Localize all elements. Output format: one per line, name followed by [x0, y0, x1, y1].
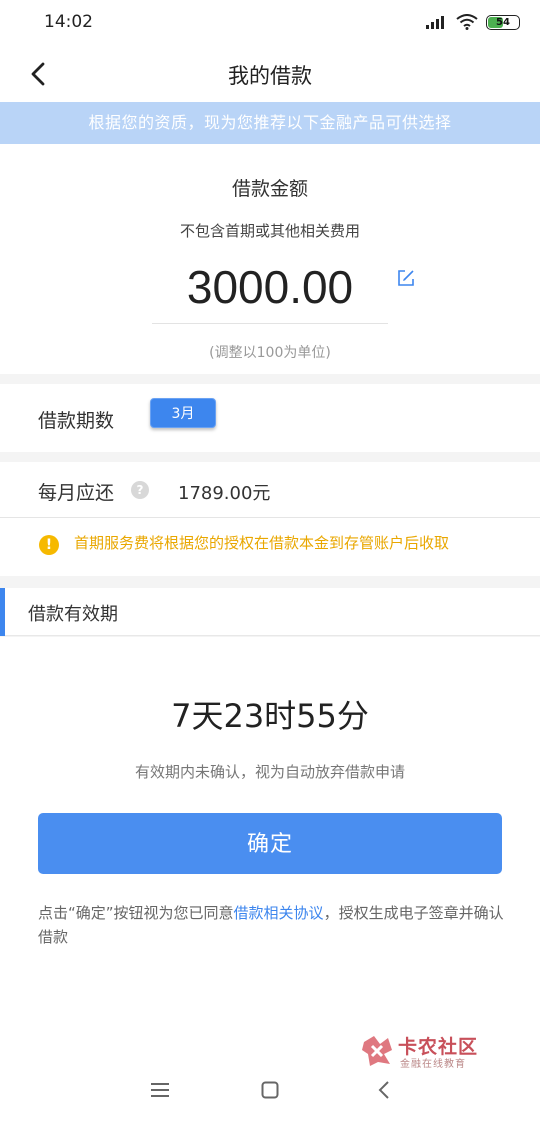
home-square-icon: [261, 1081, 279, 1099]
signal-icon: [426, 16, 444, 29]
system-nav-bar: [0, 1060, 540, 1122]
help-icon[interactable]: ?: [131, 481, 149, 499]
edit-icon[interactable]: [396, 268, 416, 288]
confirm-button[interactable]: 确定: [38, 813, 502, 874]
wifi-icon: [456, 14, 478, 30]
term-option-selected[interactable]: 3月: [150, 398, 216, 428]
loan-term-label: 借款期数: [38, 410, 115, 432]
countdown-timer: 7天23时55分: [171, 697, 369, 735]
agreement-prefix: 点击“确定”按钮视为您已同意: [38, 904, 234, 922]
amount-underline: [152, 323, 388, 324]
battery-icon: 54: [486, 14, 520, 30]
status-bar: 14:02 54: [0, 0, 540, 46]
loan-amount-subtitle: 不包含首期或其他相关费用: [179, 222, 360, 240]
amount-note: (调整以100为单位): [209, 345, 331, 361]
page-title: 我的借款: [228, 64, 312, 88]
loan-term-row: 借款期数 3月: [0, 384, 540, 452]
menu-button[interactable]: [148, 1078, 172, 1102]
status-icons: 54: [426, 14, 520, 30]
menu-icon: [151, 1083, 169, 1097]
system-back-button[interactable]: [372, 1078, 396, 1102]
loan-amount-card: 借款金额 不包含首期或其他相关费用 3000.00 (调整以100为单位): [0, 144, 540, 374]
nav-bar: 我的借款: [0, 46, 540, 102]
validity-section-header: 借款有效期: [0, 588, 540, 636]
warning-icon: !: [39, 535, 59, 555]
agreement-link[interactable]: 借款相关协议: [234, 904, 324, 922]
back-triangle-icon: [378, 1081, 389, 1099]
agreement-text: 点击“确定”按钮视为您已同意借款相关协议，授权生成电子签章并确认借款: [38, 901, 508, 949]
recommendation-banner: 根据您的资质，现为您推荐以下金融产品可供选择: [0, 102, 540, 144]
home-button[interactable]: [258, 1078, 282, 1102]
fee-notice-text: 首期服务费将根据您的授权在借款本金到存管账户后收取: [74, 534, 450, 552]
monthly-payment-row: 每月应还 ? 1789.00元: [0, 462, 540, 518]
fee-notice: ! 首期服务费将根据您的授权在借款本金到存管账户后收取: [0, 518, 540, 576]
monthly-payment-label: 每月应还: [38, 482, 115, 504]
countdown-note: 有效期内未确认，视为自动放弃借款申请: [134, 763, 405, 781]
battery-text: 54: [496, 16, 510, 28]
loan-amount-label: 借款金额: [231, 178, 308, 200]
validity-title: 借款有效期: [28, 604, 118, 625]
loan-amount-input[interactable]: 3000.00: [152, 260, 388, 314]
status-time: 14:02: [44, 12, 93, 32]
monthly-payment-value: 1789.00元: [178, 483, 271, 504]
validity-section: 7天23时55分 有效期内未确认，视为自动放弃借款申请 确定 点击“确定”按钮视…: [0, 637, 540, 1122]
section-accent-bar: [0, 588, 5, 636]
